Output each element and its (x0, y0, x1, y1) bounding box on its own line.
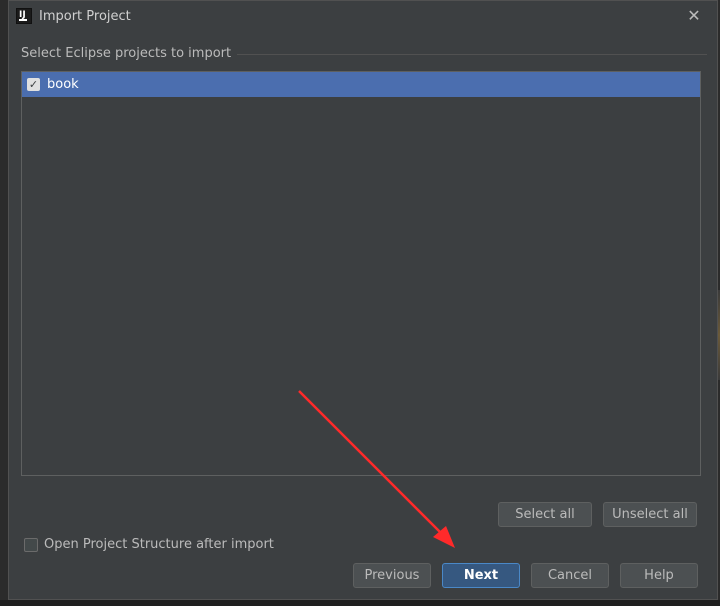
intellij-app-icon: IJ (16, 8, 32, 24)
open-structure-checkbox[interactable] (24, 538, 38, 552)
select-all-button[interactable]: Select all (498, 502, 592, 527)
open-structure-label: Open Project Structure after import (44, 537, 274, 552)
project-name: book (47, 77, 79, 92)
app-icon-bar (19, 19, 27, 21)
dialog-title: Import Project (39, 9, 131, 24)
background-bottom-bar (0, 600, 720, 606)
unselect-all-button[interactable]: Unselect all (603, 502, 697, 527)
import-project-dialog: IJ Import Project ✕ Select Eclipse proje… (8, 0, 718, 600)
cancel-button[interactable]: Cancel (531, 563, 609, 588)
project-checkbox[interactable]: ✓ (27, 78, 40, 91)
section-label: Select Eclipse projects to import (21, 46, 238, 61)
dialog-titlebar: IJ Import Project ✕ (9, 1, 717, 33)
help-button[interactable]: Help (620, 563, 698, 588)
close-icon[interactable]: ✕ (685, 7, 703, 25)
project-list-item[interactable]: ✓ book (22, 72, 700, 97)
project-list[interactable]: ✓ book (21, 71, 701, 476)
next-button[interactable]: Next (442, 563, 520, 588)
previous-button[interactable]: Previous (353, 563, 431, 588)
